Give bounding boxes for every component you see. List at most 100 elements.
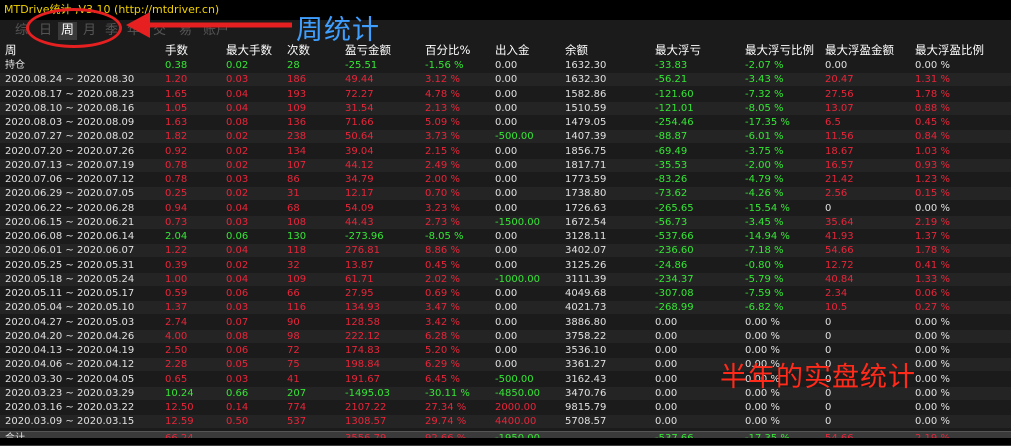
cell-max-floating-loss: -56.21	[655, 74, 688, 86]
cell-max-floating-loss-ratio: -7.18 %	[745, 245, 784, 257]
table-row[interactable]: 2020.08.17 ~ 2020.08.23 1.65 0.04 193 72.27 4…	[0, 88, 1011, 101]
cell-balance: 3162.43	[565, 373, 607, 385]
cell-profit: -25.51	[345, 60, 378, 71]
cell-percent: 6.28 %	[425, 330, 460, 342]
annotation-halfyear-label: 半年的实盘统计	[720, 362, 916, 393]
cell-deposit-withdrawal: 0.00	[495, 288, 518, 299]
cell-balance: 9815.79	[565, 402, 607, 413]
table-row[interactable]: 2020.05.04 ~ 2020.05.10 1.37 0.03 116 134.93…	[0, 301, 1011, 315]
cell-max-lots: 0.50	[226, 416, 249, 428]
table-row[interactable]: 2020.07.13 ~ 2020.07.19 0.78 0.02 107 44.12 2…	[0, 158, 1011, 172]
cell-lots: 2.04	[165, 231, 188, 242]
table-row[interactable]: 2020.04.27 ~ 2020.05.03 2.74 0.07 90 128.58 3…	[0, 316, 1011, 329]
cell-balance: 1773.59	[565, 174, 607, 185]
cell-max-floating-loss: 最大浮亏	[655, 43, 701, 57]
cell-week: 2020.04.27 ~ 2020.05.03	[5, 316, 135, 328]
cell-max-floating-profit-ratio: 0.00 %	[915, 416, 950, 428]
cell-max-lots: 0.08	[226, 117, 249, 128]
cell-lots: 0.94	[165, 202, 188, 214]
table-row[interactable]: 2020.08.10 ~ 2020.08.16 1.05 0.04 109 31.54 2…	[0, 101, 1011, 115]
cell-balance: 1672.54	[565, 216, 607, 228]
cell-max-floating-profit: 27.56	[825, 88, 854, 100]
table-row[interactable]: 2020.03.16 ~ 2020.03.22 12.50 0.14 774 2107.…	[0, 401, 1011, 414]
cell-max-floating-profit: 35.64	[825, 216, 854, 228]
cell-trades: 28	[287, 60, 300, 71]
cell-balance: 1479.05	[565, 117, 607, 128]
cell-profit: 31.54	[345, 102, 374, 114]
cell-max-floating-loss-ratio: -8.05 %	[745, 102, 784, 114]
cell-max-floating-profit-ratio: 0.00 %	[915, 373, 950, 385]
table-row[interactable]: 2020.07.20 ~ 2020.07.26 0.92 0.02 134 39.04 2…	[0, 145, 1011, 158]
cell-percent: 6.29 %	[425, 359, 460, 371]
cell-trades: 186	[287, 74, 307, 86]
holding-row[interactable]: 持仓 0.38 0.02 28 -25.51 -1.56 % 0.00 1632.30 -33.…	[0, 59, 1011, 72]
table-row[interactable]: 2020.04.20 ~ 2020.04.26 4.00 0.08 98 222.12 6…	[0, 329, 1011, 343]
cell-balance: 4049.68	[565, 288, 607, 299]
annotation-weekly-label: 周统计	[296, 15, 380, 46]
cell-balance: 1632.30	[565, 74, 607, 86]
table-row[interactable]: 2020.06.08 ~ 2020.06.14 2.04 0.06 130 -273.9…	[0, 230, 1011, 243]
table-row[interactable]: 2020.06.29 ~ 2020.07.05 0.25 0.02 31 12.17 0.…	[0, 187, 1011, 201]
table-row[interactable]: 2020.07.27 ~ 2020.08.02 1.82 0.02 238 50.64 3…	[0, 130, 1011, 144]
cell-max-floating-loss: -234.37	[655, 273, 694, 285]
table-row[interactable]: 2020.06.22 ~ 2020.06.28 0.94 0.04 68 54.09 3.…	[0, 202, 1011, 215]
table-row[interactable]: 2020.05.18 ~ 2020.05.24 1.00 0.04 109 61.71 2…	[0, 272, 1011, 286]
cell-trades: 537	[287, 416, 307, 428]
cell-max-lots: 0.05	[226, 359, 249, 371]
table-row[interactable]: 2020.07.06 ~ 2020.07.12 0.78 0.03 86 34.79 2.…	[0, 173, 1011, 186]
cell-percent: 3.42 %	[425, 316, 460, 328]
table-row[interactable]: 2020.06.15 ~ 2020.06.21 0.73 0.03 108 44.43 2…	[0, 215, 1011, 229]
cell-deposit-withdrawal: 0.00	[495, 145, 518, 157]
cell-max-floating-loss: -24.86	[655, 259, 688, 271]
cell-week: 持仓	[5, 60, 25, 71]
table-row[interactable]: 2020.06.01 ~ 2020.06.07 1.22 0.04 118 276.81…	[0, 244, 1011, 258]
cell-balance: 3886.80	[565, 316, 607, 328]
cell-deposit-withdrawal: -1500.00	[495, 216, 540, 228]
cell-deposit-withdrawal: 出入金	[495, 43, 530, 57]
table-row[interactable]: 2020.08.24 ~ 2020.08.30 1.20 0.03 186 49.44 3…	[0, 73, 1011, 87]
cell-max-lots: 0.04	[226, 202, 249, 214]
cell-max-floating-profit: 16.57	[825, 159, 854, 171]
cell-deposit-withdrawal: 0.00	[495, 102, 518, 114]
cell-max-floating-profit-ratio: 1.03 %	[915, 145, 950, 157]
cell-max-floating-loss: 0.00	[655, 316, 678, 328]
cell-max-floating-loss: 0.00	[655, 402, 678, 413]
cell-percent: 3.73 %	[425, 131, 460, 143]
table-row[interactable]: 2020.03.09 ~ 2020.03.15 12.59 0.50 537 1308.…	[0, 415, 1011, 429]
cell-max-lots: 0.06	[226, 288, 249, 299]
cell-profit: 12.17	[345, 188, 374, 200]
cell-deposit-withdrawal: 2000.00	[495, 402, 537, 413]
cell-week: 2020.03.23 ~ 2020.03.29	[5, 387, 135, 399]
cell-balance: 5708.57	[565, 416, 607, 428]
table-row[interactable]: 2020.08.03 ~ 2020.08.09 1.63 0.08 136 71.66 5…	[0, 116, 1011, 129]
cell-balance: 3758.22	[565, 330, 607, 342]
cell-lots: 1.82	[165, 131, 188, 143]
cell-week: 2020.07.27 ~ 2020.08.02	[5, 131, 135, 143]
cell-trades: 98	[287, 330, 300, 342]
cell-max-lots: 0.03	[226, 74, 249, 86]
cell-trades: 116	[287, 302, 307, 314]
cell-deposit-withdrawal: 0.00	[495, 302, 518, 314]
cell-week: 2020.05.18 ~ 2020.05.24	[5, 273, 135, 285]
cell-lots: 手数	[165, 43, 188, 57]
cell-lots: 1.00	[165, 273, 188, 285]
cell-max-floating-loss-ratio: -6.01 %	[745, 131, 784, 143]
cell-deposit-withdrawal: 0.00	[495, 330, 518, 342]
cell-week: 2020.05.04 ~ 2020.05.10	[5, 302, 135, 314]
cell-deposit-withdrawal: -500.00	[495, 373, 534, 385]
table-header[interactable]: 周手数 最大手数 次数 盈亏金额 百分比% 出入金 余额 最大浮亏 最大浮亏比例 最大浮盈金额 最大…	[0, 43, 1011, 58]
cell-max-lots: 0.04	[226, 273, 249, 285]
cell-profit: 174.83	[345, 345, 380, 356]
cell-trades: 238	[287, 131, 307, 143]
cell-max-floating-loss-ratio: -4.79 %	[745, 174, 784, 185]
cell-max-floating-loss-ratio: -2.07 %	[745, 60, 784, 71]
status-bar	[0, 438, 1011, 445]
table-row[interactable]: 2020.05.11 ~ 2020.05.17 0.59 0.06 66 27.95 0.…	[0, 287, 1011, 300]
cell-max-floating-loss-ratio: -4.26 %	[745, 188, 784, 200]
cell-max-floating-profit: 0	[825, 330, 832, 342]
cell-lots: 0.59	[165, 288, 188, 299]
cell-percent: 0.70 %	[425, 188, 460, 200]
cell-trades: 107	[287, 159, 307, 171]
table-row[interactable]: 2020.05.25 ~ 2020.05.31 0.39 0.02 32 13.87 0.…	[0, 259, 1011, 272]
cell-profit: -1495.03	[345, 387, 390, 399]
